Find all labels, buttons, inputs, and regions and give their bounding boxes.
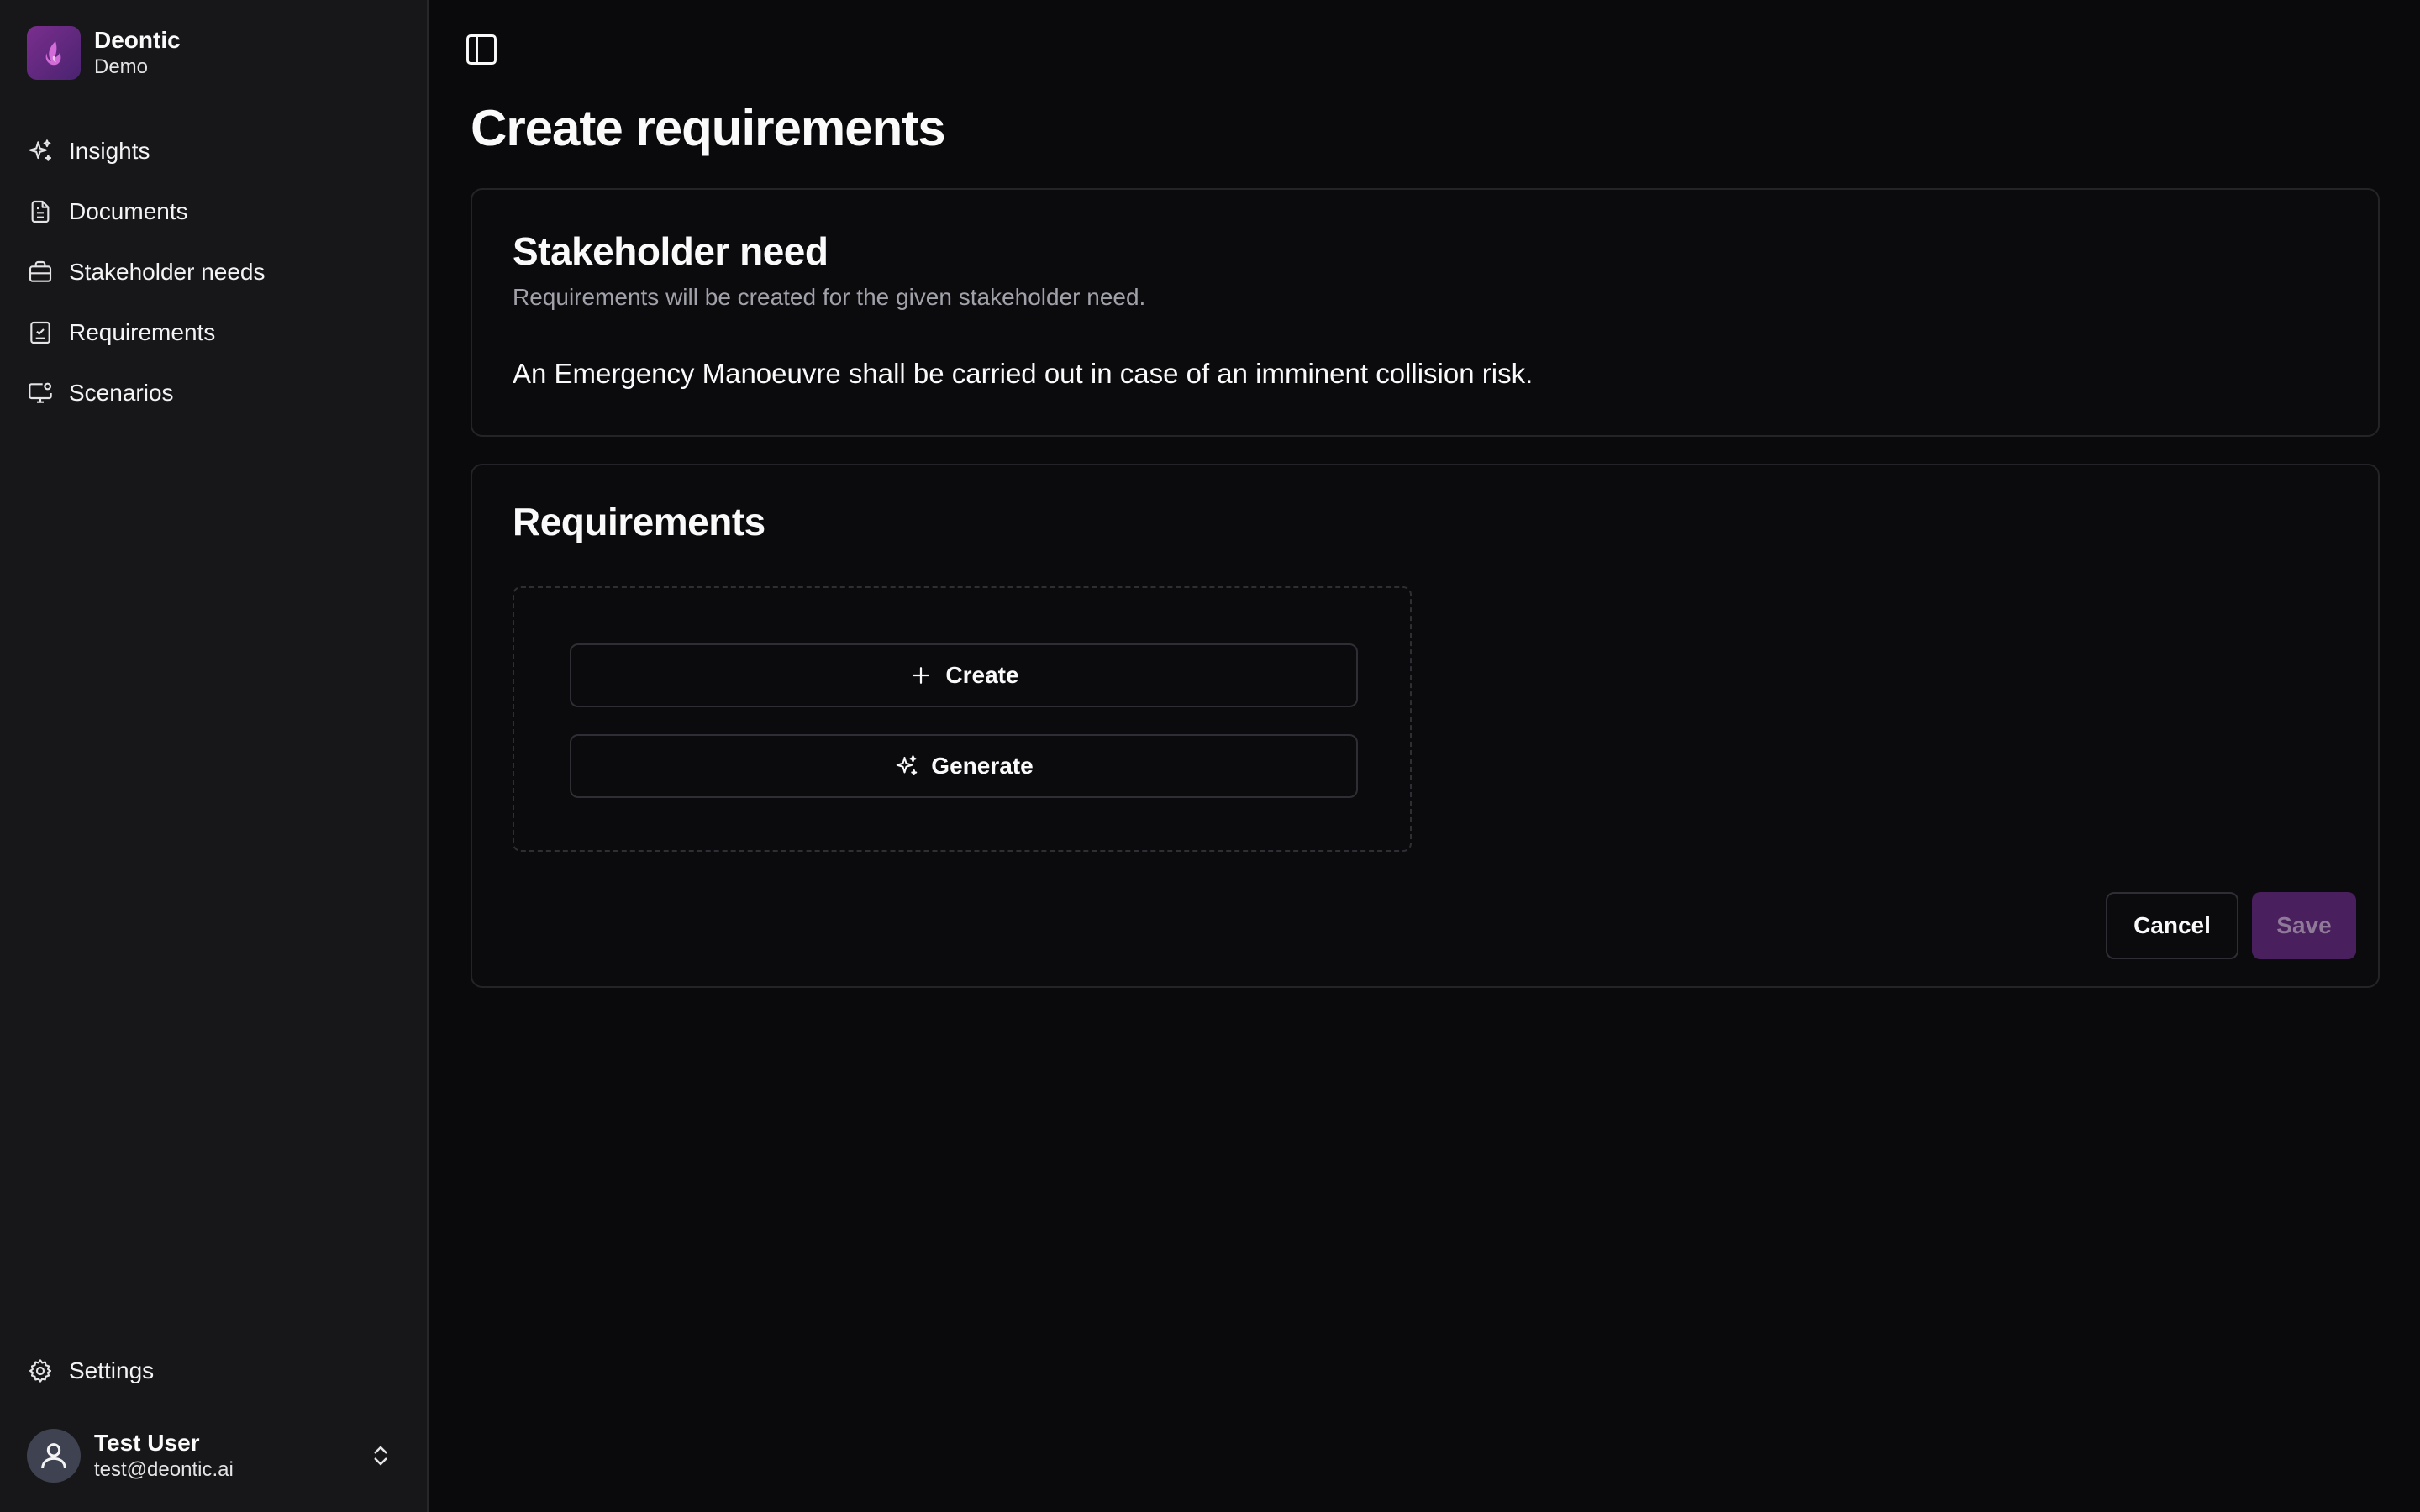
create-requirement-button[interactable]: Create <box>570 643 1358 707</box>
briefcase-icon <box>29 260 52 282</box>
checklist-icon <box>30 321 50 344</box>
sidebar-item-documents[interactable]: Documents <box>25 188 402 235</box>
sidebar-item-label: Scenarios <box>69 380 174 406</box>
sidebar: Deontic Demo Insights Documents Stakehol… <box>0 0 429 1512</box>
deontic-logo-icon <box>27 25 81 80</box>
sidebar-item-settings[interactable]: Settings <box>25 1347 154 1394</box>
workspace-name: Demo <box>94 55 149 78</box>
sidebar-toggle-button[interactable] <box>462 30 501 69</box>
user-menu[interactable]: Test User test@deontic.ai <box>27 1428 402 1483</box>
requirements-empty-state: Create Generate <box>513 586 1412 852</box>
sidebar-toggle-icon <box>466 34 497 65</box>
generate-requirements-button[interactable]: Generate <box>570 734 1358 798</box>
save-button[interactable]: Save <box>2252 892 2356 959</box>
main-content: Create requirements Stakeholder need Req… <box>429 0 2420 1512</box>
requirements-card: Requirements Create Generate Cancel Save <box>471 464 2380 988</box>
sidebar-item-requirements[interactable]: Requirements <box>25 309 402 356</box>
stakeholder-need-description: Requirements will be created for the giv… <box>513 284 1146 310</box>
chevrons-up-down-icon <box>374 1446 387 1465</box>
cancel-button[interactable]: Cancel <box>2106 892 2238 959</box>
user-name: Test User <box>94 1430 200 1456</box>
create-label: Create <box>945 662 1019 688</box>
stakeholder-need-title: Stakeholder need <box>513 229 829 273</box>
sidebar-item-label: Insights <box>69 138 150 164</box>
document-icon <box>31 200 50 223</box>
app-root: Deontic Demo Insights Documents Stakehol… <box>0 0 2420 1512</box>
sidebar-item-label: Documents <box>69 198 188 224</box>
user-icon <box>41 1442 66 1468</box>
user-email: test@deontic.ai <box>94 1458 234 1481</box>
sidebar-item-insights[interactable]: Insights <box>25 128 402 175</box>
brand-name: Deontic <box>94 27 181 53</box>
monitor-icon <box>29 382 52 403</box>
stakeholder-need-text: An Emergency Manoeuvre shall be carried … <box>513 358 1534 389</box>
sparkles-icon <box>897 755 918 775</box>
sparkles-icon <box>29 139 52 161</box>
sidebar-item-scenarios[interactable]: Scenarios <box>25 370 402 417</box>
plus-icon <box>913 667 930 684</box>
sidebar-item-label: Requirements <box>69 319 216 345</box>
requirements-title: Requirements <box>513 500 765 543</box>
sidebar-nav: Insights Documents Stakeholder needs Req… <box>25 128 402 430</box>
workspace-switcher[interactable]: Deontic Demo <box>27 25 181 80</box>
gear-icon <box>29 1359 52 1383</box>
sidebar-item-stakeholder-needs[interactable]: Stakeholder needs <box>25 249 402 296</box>
generate-label: Generate <box>931 753 1034 779</box>
settings-label: Settings <box>69 1357 155 1383</box>
avatar <box>27 1428 81 1483</box>
page-title: Create requirements <box>471 100 946 156</box>
stakeholder-need-card: Stakeholder need Requirements will be cr… <box>471 188 2380 437</box>
sidebar-item-label: Stakeholder needs <box>69 259 266 285</box>
